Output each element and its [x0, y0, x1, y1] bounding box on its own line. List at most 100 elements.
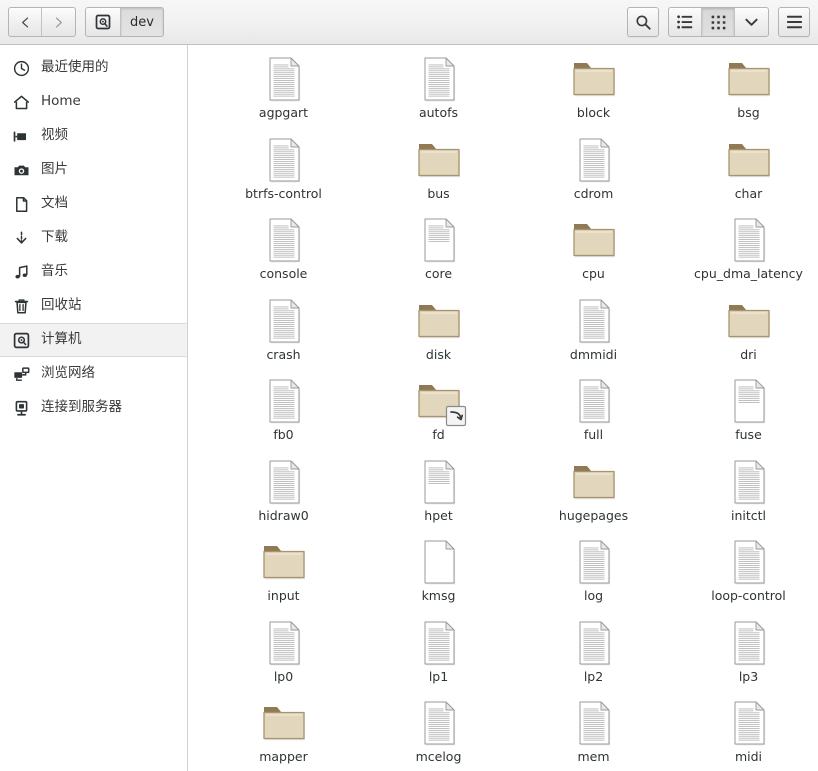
- file-item[interactable]: block: [516, 51, 671, 132]
- file-item[interactable]: lp1: [361, 615, 516, 696]
- sidebar-item-1[interactable]: Home: [0, 85, 187, 119]
- file-item[interactable]: fuse: [671, 373, 818, 454]
- folder-icon-wrap: [260, 699, 308, 747]
- sidebar-item-0[interactable]: 最近使用的: [0, 51, 187, 85]
- file-item-label: cdrom: [573, 185, 614, 201]
- file-item[interactable]: mapper: [206, 695, 361, 771]
- folder-icon: [417, 304, 460, 338]
- file-item-label: hpet: [424, 507, 453, 523]
- file-item[interactable]: hpet: [361, 454, 516, 535]
- file-item[interactable]: kmsg: [361, 534, 516, 615]
- sidebar-item-label: 下载: [41, 229, 68, 246]
- sidebar-item-4[interactable]: 文档: [0, 187, 187, 221]
- toolbar-left-group: dev: [8, 7, 164, 37]
- sidebar-item-9[interactable]: 浏览网络: [0, 357, 187, 391]
- file-item[interactable]: char: [671, 132, 818, 213]
- search-button[interactable]: [627, 7, 659, 37]
- document-icon: [13, 196, 30, 213]
- file-icon-wrap: [260, 458, 308, 506]
- file-item[interactable]: console: [206, 212, 361, 293]
- list-view-icon: [677, 15, 693, 29]
- file-icon: [579, 701, 610, 746]
- folder-icon: [417, 143, 460, 177]
- file-manager-window: dev 最近使用的 Home 视频 图片 文档 下载 音乐 回收站 计算机 浏览…: [0, 0, 818, 771]
- folder-icon: [727, 304, 770, 338]
- file-icon: [579, 138, 610, 182]
- sidebar-item-7[interactable]: 回收站: [0, 289, 187, 323]
- toolbar-right-group: [627, 7, 810, 37]
- file-item[interactable]: initctl: [671, 454, 818, 535]
- file-item-label: btrfs-control: [245, 185, 322, 201]
- file-icon-wrap: [570, 377, 618, 425]
- file-item[interactable]: hugepages: [516, 454, 671, 535]
- folder-icon-wrap: [570, 55, 618, 103]
- list-view-button[interactable]: [669, 8, 702, 36]
- file-item[interactable]: bsg: [671, 51, 818, 132]
- file-icon-wrap: [415, 699, 463, 747]
- file-item[interactable]: full: [516, 373, 671, 454]
- clock-icon: [13, 60, 30, 77]
- file-item[interactable]: cpu: [516, 212, 671, 293]
- file-item[interactable]: agpgart: [206, 51, 361, 132]
- file-item[interactable]: lp2: [516, 615, 671, 696]
- sidebar-item-3[interactable]: 图片: [0, 153, 187, 187]
- breadcrumb-item-computer[interactable]: [86, 8, 121, 36]
- file-item[interactable]: input: [206, 534, 361, 615]
- file-item[interactable]: cdrom: [516, 132, 671, 213]
- file-item[interactable]: lp0: [206, 615, 361, 696]
- file-item-label: char: [734, 185, 763, 201]
- computer-icon: [13, 332, 30, 349]
- file-item[interactable]: log: [516, 534, 671, 615]
- file-item-label: agpgart: [258, 105, 309, 120]
- file-item[interactable]: dri: [671, 293, 818, 374]
- file-item-label: dri: [740, 346, 757, 362]
- file-item[interactable]: bus: [361, 132, 516, 213]
- sidebar-item-label: 计算机: [41, 331, 82, 348]
- sidebar-item-label: 文档: [41, 195, 68, 212]
- file-icon-wrap: [260, 297, 308, 345]
- file-item[interactable]: midi: [671, 695, 818, 771]
- sidebar-item-label: 音乐: [41, 263, 68, 280]
- forward-button[interactable]: [42, 8, 75, 36]
- file-item[interactable]: fd: [361, 373, 516, 454]
- breadcrumb-item-dev[interactable]: dev: [121, 8, 163, 36]
- file-item-label: fd: [432, 427, 445, 442]
- file-item[interactable]: btrfs-control: [206, 132, 361, 213]
- file-item[interactable]: crash: [206, 293, 361, 374]
- grid-view-button[interactable]: [702, 8, 735, 36]
- sidebar-item-2[interactable]: 视频: [0, 119, 187, 153]
- file-item[interactable]: mem: [516, 695, 671, 771]
- folder-icon: [727, 143, 770, 177]
- file-icon-wrap: [725, 699, 773, 747]
- file-item[interactable]: core: [361, 212, 516, 293]
- sidebar-item-6[interactable]: 音乐: [0, 255, 187, 289]
- file-item[interactable]: mcelog: [361, 695, 516, 771]
- file-item[interactable]: hidraw0: [206, 454, 361, 535]
- file-icon-wrap: [260, 136, 308, 184]
- view-options-button[interactable]: [735, 8, 768, 36]
- camera-icon: [13, 162, 30, 179]
- icon-grid: agpgart autofs block bsg btrfs-control bus cdr…: [188, 45, 818, 771]
- computer-icon: [95, 14, 111, 30]
- sidebar-item-5[interactable]: 下载: [0, 221, 187, 255]
- main-menu-button[interactable]: [778, 7, 810, 37]
- file-item[interactable]: lp3: [671, 615, 818, 696]
- sidebar-item-10[interactable]: 连接到服务器: [0, 391, 187, 425]
- symlink-emblem: [445, 405, 466, 427]
- file-item[interactable]: autofs: [361, 51, 516, 132]
- file-view[interactable]: agpgart autofs block bsg btrfs-control bus cdr…: [188, 45, 818, 771]
- file-icon: [424, 701, 455, 746]
- file-item[interactable]: loop-control: [671, 534, 818, 615]
- file-item[interactable]: fb0: [206, 373, 361, 454]
- file-icon: [734, 218, 765, 263]
- file-item-label: bus: [427, 185, 450, 201]
- folder-icon-wrap: [260, 538, 308, 586]
- back-button[interactable]: [9, 8, 42, 36]
- file-item[interactable]: cpu_dma_latency: [671, 212, 818, 293]
- file-icon: [734, 460, 765, 504]
- file-item[interactable]: disk: [361, 293, 516, 374]
- file-item[interactable]: dmmidi: [516, 293, 671, 374]
- sidebar-item-8[interactable]: 计算机: [0, 323, 187, 357]
- folder-icon: [572, 465, 615, 499]
- chevron-left-icon: [21, 16, 28, 28]
